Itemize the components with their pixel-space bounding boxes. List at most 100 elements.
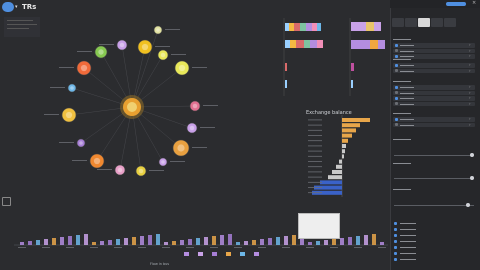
checkbox[interactable]	[394, 240, 397, 243]
timeline-legend-swatch[interactable]	[240, 252, 245, 256]
checkbox[interactable]	[395, 85, 398, 89]
timeline-mark[interactable]	[132, 237, 136, 245]
timeline-mark[interactable]	[52, 238, 56, 245]
sidebar-tab[interactable]	[392, 18, 404, 27]
checkbox[interactable]	[395, 123, 398, 126]
exchange-balance-chart[interactable]	[270, 115, 390, 200]
timeline-mark[interactable]	[164, 242, 168, 245]
timeline-mark[interactable]	[196, 238, 200, 245]
timeline-mark[interactable]	[308, 242, 312, 245]
dropdown-icon[interactable]: ▾	[15, 4, 18, 10]
slider-knob[interactable]	[470, 176, 474, 180]
stacked-bar-row[interactable]	[285, 80, 287, 88]
checkbox[interactable]	[395, 96, 398, 100]
exchange-bar[interactable]	[342, 154, 344, 159]
timeline-mark[interactable]	[356, 236, 360, 245]
timeline-mark[interactable]	[228, 234, 232, 245]
checkbox[interactable]	[394, 258, 397, 261]
timeline-mark[interactable]	[348, 237, 352, 245]
timeline-mark[interactable]	[204, 237, 208, 245]
timeline-legend-swatch[interactable]	[212, 252, 217, 256]
chevron-right-icon[interactable]: ›	[469, 84, 471, 89]
stacked-bar-row[interactable]	[285, 63, 287, 71]
chevron-right-icon[interactable]: ›	[469, 101, 471, 106]
timeline-legend-swatch[interactable]	[198, 252, 203, 256]
slider-track[interactable]	[394, 178, 474, 179]
timeline-mark[interactable]	[28, 241, 32, 245]
slider-track[interactable]	[394, 155, 474, 156]
timeline-mark[interactable]	[212, 236, 216, 245]
stacked-bar-row[interactable]	[285, 40, 323, 48]
chevron-right-icon[interactable]: ›	[469, 116, 471, 121]
exchange-bar[interactable]	[342, 128, 356, 133]
timeline-mark[interactable]	[372, 234, 376, 245]
checkbox[interactable]	[395, 102, 398, 105]
stacked-bars-chart[interactable]	[270, 18, 340, 98]
exchange-bar[interactable]	[339, 159, 342, 164]
sidebar-tab[interactable]	[444, 18, 456, 27]
timeline-mark[interactable]	[92, 242, 96, 245]
checkbox[interactable]	[395, 54, 398, 58]
sidebar-tab[interactable]	[405, 18, 417, 27]
slider-track[interactable]	[394, 205, 474, 206]
timeline-mark[interactable]	[220, 235, 224, 245]
stacked-bar-row[interactable]	[285, 23, 321, 31]
timeline-mark[interactable]	[252, 240, 256, 245]
checkbox[interactable]	[395, 69, 398, 72]
chevron-right-icon[interactable]: ›	[469, 42, 471, 47]
timeline-mark[interactable]	[244, 241, 248, 245]
chevron-right-icon[interactable]: ›	[469, 122, 471, 127]
timeline-mark[interactable]	[292, 235, 296, 245]
close-icon[interactable]: ×	[472, 0, 476, 6]
timeline-mark[interactable]	[332, 239, 336, 245]
sidebar-tab-active[interactable]	[418, 18, 430, 27]
checkbox[interactable]	[394, 234, 397, 237]
timeline-mark[interactable]	[20, 242, 24, 245]
timeline-mark[interactable]	[100, 241, 104, 245]
exchange-bar[interactable]	[342, 144, 346, 148]
exchange-bar[interactable]	[342, 138, 348, 143]
timeline-mark[interactable]	[36, 240, 40, 245]
timeline-mark[interactable]	[188, 239, 192, 245]
timeline-mark[interactable]	[324, 240, 328, 245]
timeline-mark[interactable]	[156, 234, 160, 245]
timeline-mark[interactable]	[148, 235, 152, 245]
timeline-mark[interactable]	[236, 242, 240, 245]
timeline-mark[interactable]	[276, 237, 280, 245]
exchange-bar[interactable]	[342, 118, 370, 122]
timeline-mark[interactable]	[340, 238, 344, 245]
timeline-mark[interactable]	[44, 239, 48, 245]
checkbox[interactable]	[395, 43, 398, 47]
timeline-mark[interactable]	[68, 236, 72, 245]
network-graph[interactable]	[0, 15, 270, 190]
exchange-bar[interactable]	[328, 175, 342, 180]
checkbox[interactable]	[394, 228, 397, 231]
side-bars-chart[interactable]	[340, 18, 388, 98]
exchange-bar[interactable]	[320, 180, 342, 185]
slider-knob[interactable]	[466, 203, 470, 207]
exchange-bar[interactable]	[342, 133, 352, 138]
chevron-right-icon[interactable]: ›	[469, 53, 471, 58]
timeline-mark[interactable]	[116, 239, 120, 245]
checkbox[interactable]	[394, 252, 397, 255]
chevron-right-icon[interactable]: ›	[469, 90, 471, 95]
chevron-right-icon[interactable]: ›	[469, 48, 471, 53]
checkbox[interactable]	[395, 91, 398, 94]
exchange-bar[interactable]	[342, 123, 360, 128]
timeline-mark[interactable]	[268, 238, 272, 245]
sidebar-header-pill[interactable]	[446, 2, 466, 6]
exchange-bar[interactable]	[336, 164, 342, 169]
timeline-mark[interactable]	[60, 237, 64, 245]
timeline-mark[interactable]	[172, 241, 176, 245]
timeline-mark[interactable]	[364, 235, 368, 245]
network-center-node[interactable]	[127, 102, 137, 112]
timeline-mark[interactable]	[316, 241, 320, 245]
chevron-right-icon[interactable]: ›	[469, 62, 471, 67]
timeline-mark[interactable]	[140, 236, 144, 245]
slider-knob[interactable]	[470, 153, 474, 157]
checkbox[interactable]	[394, 222, 397, 225]
timeline-mark[interactable]	[108, 240, 112, 245]
timeline-mark[interactable]	[84, 234, 88, 245]
checkbox[interactable]	[395, 49, 398, 52]
timeline-legend-swatch[interactable]	[254, 252, 259, 256]
